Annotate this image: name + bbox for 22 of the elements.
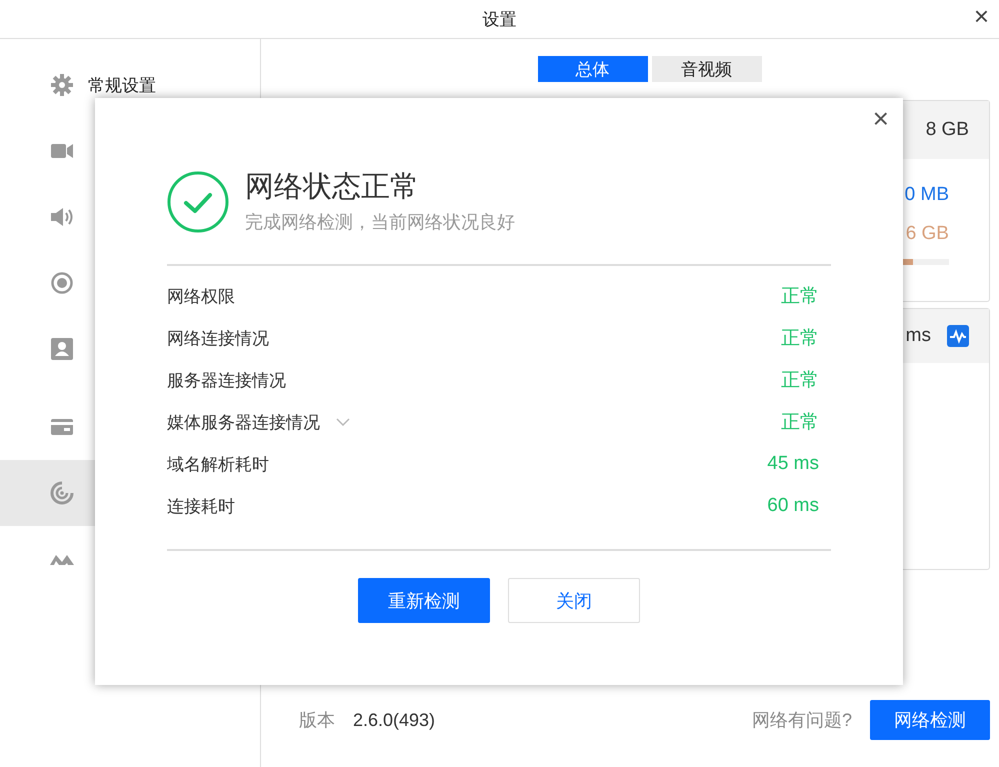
dialog-subtitle: 完成网络检测，当前网络状况良好 xyxy=(245,211,515,234)
stat-value: 0 MB xyxy=(904,183,949,207)
check-label: 网络连接情况 xyxy=(167,328,269,350)
card-header-value: 8 GB xyxy=(926,119,969,141)
check-label: 域名解析耗时 xyxy=(167,454,269,476)
version-label: 版本 xyxy=(299,709,335,732)
check-label: 媒体服务器连接情况 xyxy=(167,412,320,434)
network-question: 网络有问题? xyxy=(752,709,852,732)
stat-value: 6 GB xyxy=(906,222,949,246)
check-status: 60 ms xyxy=(767,495,819,517)
check-label: 连接耗时 xyxy=(167,496,235,518)
check-label: 网络权限 xyxy=(167,286,235,308)
check-status: 正常 xyxy=(781,369,819,393)
window-title: 设置 xyxy=(482,8,516,30)
card-header-value: ms xyxy=(906,325,931,347)
check-status: 正常 xyxy=(781,285,819,309)
version-number: 2.6.0(493) xyxy=(353,710,436,730)
check-label: 服务器连接情况 xyxy=(167,370,286,392)
check-status: 正常 xyxy=(781,327,819,351)
check-status: 正常 xyxy=(781,411,819,435)
check-status: 45 ms xyxy=(767,453,819,475)
dialog-title: 网络状态正常 xyxy=(245,170,420,204)
